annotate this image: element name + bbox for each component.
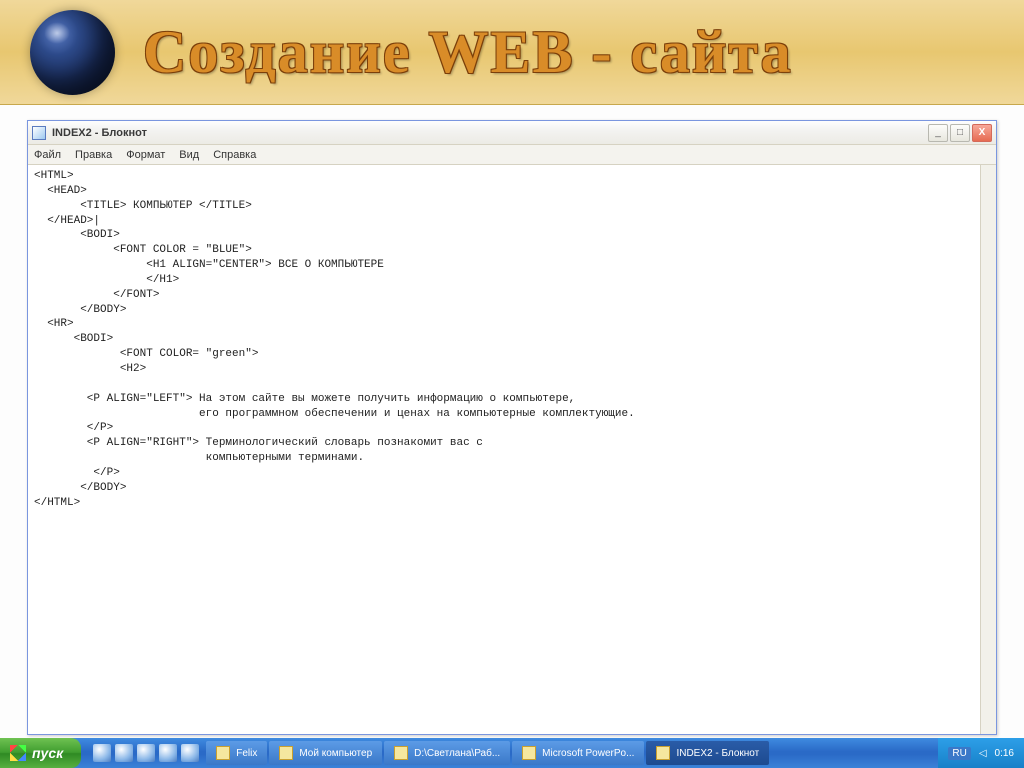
app-icon — [216, 746, 230, 760]
menu-edit[interactable]: Правка — [75, 149, 112, 161]
menu-format[interactable]: Формат — [126, 149, 165, 161]
windows-logo-icon — [10, 745, 26, 761]
globe-icon — [30, 10, 115, 95]
notepad-icon — [32, 126, 46, 140]
maximize-button[interactable]: □ — [950, 124, 970, 142]
taskbar-item-mycomputer[interactable]: Мой компьютер — [269, 741, 382, 765]
window-controls: _ □ X — [928, 124, 992, 142]
task-label: Мой компьютер — [299, 748, 372, 759]
window-titlebar[interactable]: INDEX2 - Блокнот _ □ X — [28, 121, 996, 145]
slide-title: Создание WEB - сайта — [143, 18, 793, 87]
taskbar: пуск Felix Мой компьютер D:\Светлана\Раб… — [0, 738, 1024, 768]
task-label: Microsoft PowerPo... — [542, 748, 634, 759]
editor-text[interactable]: <HTML> <HEAD> <TITLE> КОМПЬЮТЕР </TITLE>… — [28, 165, 996, 514]
notepad-window: INDEX2 - Блокнот _ □ X Файл Правка Форма… — [27, 120, 997, 735]
tray-icon[interactable]: ◁ — [979, 748, 987, 759]
system-tray[interactable]: RU ◁ 0:16 — [938, 738, 1024, 768]
clock[interactable]: 0:16 — [995, 748, 1014, 759]
slide-header: Создание WEB - сайта — [0, 0, 1024, 105]
vertical-scrollbar[interactable] — [980, 165, 996, 734]
quick-launch-icon[interactable] — [181, 744, 199, 762]
quick-launch-icon[interactable] — [115, 744, 133, 762]
menubar: Файл Правка Формат Вид Справка — [28, 145, 996, 165]
start-button[interactable]: пуск — [0, 738, 81, 768]
taskbar-item-folder[interactable]: D:\Светлана\Раб... — [384, 741, 510, 765]
app-icon — [279, 746, 293, 760]
window-title: INDEX2 - Блокнот — [52, 127, 147, 139]
app-icon — [656, 746, 670, 760]
task-label: Felix — [236, 748, 257, 759]
language-indicator[interactable]: RU — [948, 747, 970, 760]
desktop-area: INDEX2 - Блокнот _ □ X Файл Правка Форма… — [0, 105, 1024, 768]
folder-icon — [394, 746, 408, 760]
start-label: пуск — [32, 745, 63, 761]
taskbar-item-felix[interactable]: Felix — [206, 741, 267, 765]
close-button[interactable]: X — [972, 124, 992, 142]
editor-area[interactable]: <HTML> <HEAD> <TITLE> КОМПЬЮТЕР </TITLE>… — [28, 165, 996, 734]
menu-file[interactable]: Файл — [34, 149, 61, 161]
minimize-button[interactable]: _ — [928, 124, 948, 142]
menu-help[interactable]: Справка — [213, 149, 256, 161]
app-icon — [522, 746, 536, 760]
taskbar-item-powerpoint[interactable]: Microsoft PowerPo... — [512, 741, 644, 765]
task-label: D:\Светлана\Раб... — [414, 748, 500, 759]
quick-launch-icon[interactable] — [159, 744, 177, 762]
quick-launch-icon[interactable] — [137, 744, 155, 762]
quick-launch — [87, 738, 205, 768]
taskbar-item-notepad[interactable]: INDEX2 - Блокнот — [646, 741, 769, 765]
task-label: INDEX2 - Блокнот — [676, 748, 759, 759]
menu-view[interactable]: Вид — [179, 149, 199, 161]
quick-launch-icon[interactable] — [93, 744, 111, 762]
